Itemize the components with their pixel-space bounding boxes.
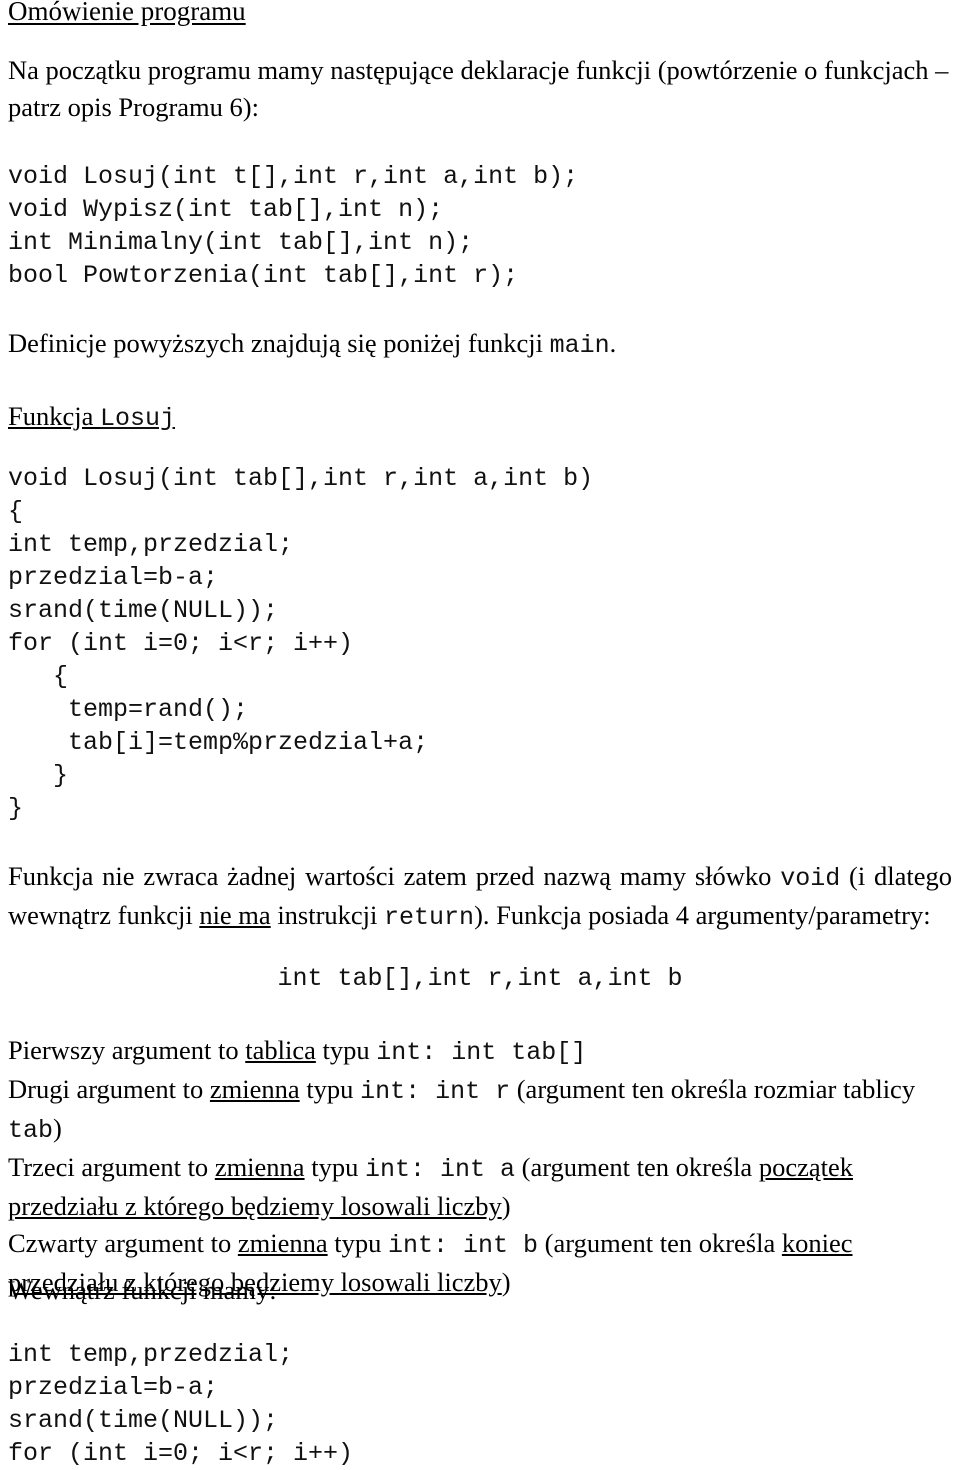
argument-1-prefix: Pierwszy argument to [8,1035,246,1065]
argument-4-suffix2: ) [501,1267,511,1297]
void-para-part3: instrukcji [270,900,385,930]
argument-line-2: Drugi argument to zmienna typu int: int … [8,1071,952,1149]
argument-2-suffix: (argument ten określa rozmiar tablicy [510,1074,916,1104]
function-declarations-code: void Losuj(int t[],int r,int a,int b); v… [8,162,579,290]
argument-3-prefix: Trzeci argument to [8,1152,215,1182]
argument-4-prefix: Czwarty argument to [8,1228,238,1258]
argument-1-middle: typu [315,1035,377,1065]
return-keyword-code: return [384,903,475,932]
definitions-note-text-after: . [609,328,617,358]
argument-4-underlined-term: zmienna [237,1228,328,1258]
argument-4-type-code: int [388,1231,434,1260]
page-title-block: Omówienie programu [8,0,246,26]
inside-function-label: Wewnątrz funkcji mamy: [8,1275,277,1305]
argument-3-colon: : [409,1155,440,1184]
argument-3-type-code: int [364,1155,410,1184]
argument-3-middle: typu [304,1152,365,1182]
argument-4-middle: typu [327,1228,388,1258]
main-function-code: main [549,331,610,360]
argument-3-suffix: (argument ten określa [515,1152,759,1182]
argument-2-type-code: int [360,1077,406,1106]
arguments-description-block: Pierwszy argument to tablica typu int: i… [8,1032,952,1301]
argument-2-middle: typu [299,1074,361,1104]
argument-1-underlined-term: tablica [245,1035,316,1065]
argument-4-colon: : [433,1231,464,1260]
argument-2-suffix2: ) [53,1113,62,1143]
argument-1-type-code: int [376,1038,422,1067]
document-page: Omówienie programu Na początku programu … [0,0,960,1470]
argument-line-1: Pierwszy argument to tablica typu int: i… [8,1032,952,1071]
argument-3-suffix2: ) [501,1191,511,1221]
argument-2-tail-code: tab [8,1116,54,1145]
argument-line-3: Trzeci argument to zmienna typu int: int… [8,1149,952,1225]
function-signature-code: int tab[],int r,int a,int b [277,964,683,993]
argument-1-colon: : [421,1038,452,1067]
argument-2-colon: : [405,1077,436,1106]
void-keyword-code: void [780,864,841,893]
argument-2-underlined-term: zmienna [209,1074,300,1104]
definitions-note-text-before: Definicje powyższych znajdują się poniże… [8,328,550,358]
inside-function-code: int temp,przedzial; przedzial=b-a; srand… [8,1340,354,1468]
void-explanation-paragraph: Funkcja nie zwraca żadnej wartości zatem… [8,858,952,936]
argument-4-declaration-code: int b [463,1231,539,1260]
argument-3-underlined-term: zmienna [214,1152,305,1182]
page-title: Omówienie programu [8,0,246,26]
void-para-underlined-nie-ma: nie ma [199,900,271,930]
section-heading-funkcja-losuj: Funkcja Losuj [8,398,175,437]
argument-4-suffix: (argument ten określa [538,1228,782,1258]
void-para-part4: ). Funkcja posiada 4 argumenty/parametry… [474,900,931,930]
intro-paragraph: Na początku programu mamy następujące de… [8,55,949,122]
losuj-function-code: void Losuj(int tab[],int r,int a,int b) … [8,464,594,823]
void-para-part1: Funkcja nie zwraca żadnej wartości zatem… [8,861,781,891]
argument-2-prefix: Drugi argument to [8,1074,210,1104]
section-heading-word: Funkcja [8,401,100,431]
definitions-note: Definicje powyższych znajdują się poniże… [8,325,616,364]
argument-2-declaration-code: int r [435,1077,511,1106]
argument-3-declaration-code: int a [439,1155,515,1184]
section-heading-code: Losuj [100,404,176,433]
argument-1-declaration-code: int tab[] [451,1038,587,1067]
